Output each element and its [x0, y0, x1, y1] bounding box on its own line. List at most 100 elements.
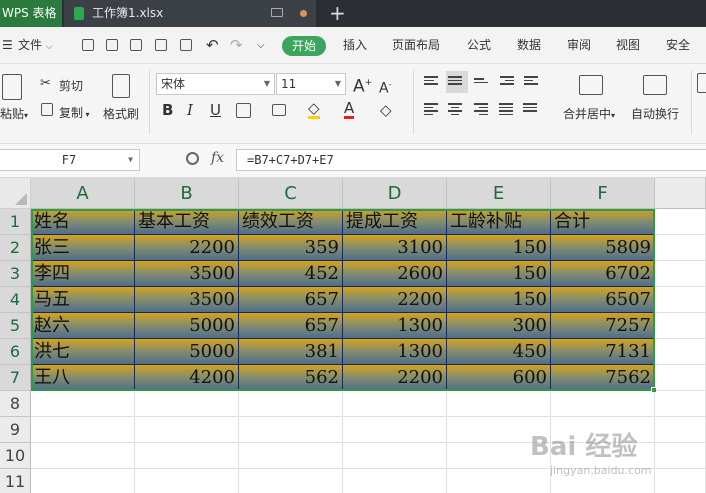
- fill-pattern-icon[interactable]: [272, 104, 286, 116]
- indent-decrease-icon[interactable]: [500, 74, 518, 90]
- empty-cell[interactable]: [239, 469, 343, 493]
- empty-cell[interactable]: [655, 261, 706, 287]
- paste-icon[interactable]: [2, 74, 22, 100]
- export-pdf-icon[interactable]: [130, 39, 142, 51]
- merge-center-button[interactable]: 合并居中▾: [563, 105, 615, 122]
- header-cell[interactable]: 提成工资: [343, 209, 447, 235]
- table-cell[interactable]: 5000: [135, 339, 239, 365]
- header-cell[interactable]: 工龄补贴: [447, 209, 551, 235]
- row-header-11[interactable]: 11: [0, 469, 31, 493]
- empty-cell[interactable]: [655, 209, 706, 235]
- table-cell[interactable]: 7131: [551, 339, 655, 365]
- file-tab[interactable]: 工作簿1.xlsx: [64, 0, 316, 27]
- table-cell[interactable]: 赵六: [31, 313, 135, 339]
- format-painter-button[interactable]: 格式刷: [103, 105, 139, 122]
- table-cell[interactable]: 600: [447, 365, 551, 391]
- tab-home[interactable]: 开始: [282, 36, 326, 56]
- decrease-font-icon[interactable]: A-: [379, 76, 391, 98]
- wrap-text-button[interactable]: 自动换行: [631, 105, 679, 122]
- table-cell[interactable]: 150: [447, 287, 551, 313]
- table-cell[interactable]: 6507: [551, 287, 655, 313]
- row-header-7[interactable]: 7: [0, 365, 31, 391]
- column-header-empty[interactable]: [655, 178, 706, 209]
- table-cell[interactable]: 7562: [551, 365, 655, 391]
- table-cell[interactable]: 150: [447, 261, 551, 287]
- save-icon[interactable]: [106, 39, 118, 51]
- empty-cell[interactable]: [239, 391, 343, 417]
- empty-cell[interactable]: [447, 391, 551, 417]
- table-cell[interactable]: 4200: [135, 365, 239, 391]
- empty-cell[interactable]: [31, 443, 135, 469]
- table-cell[interactable]: 5809: [551, 235, 655, 261]
- table-cell[interactable]: 150: [447, 235, 551, 261]
- header-cell[interactable]: 绩效工资: [239, 209, 343, 235]
- copy-icon[interactable]: [41, 103, 53, 116]
- align-middle-icon[interactable]: [446, 71, 468, 93]
- empty-cell[interactable]: [135, 417, 239, 443]
- align-top-icon[interactable]: [424, 74, 442, 90]
- column-header-b[interactable]: B: [135, 178, 239, 209]
- tab-insert[interactable]: 插入: [340, 27, 370, 64]
- undo-icon[interactable]: ↶: [206, 27, 219, 64]
- table-cell[interactable]: 2600: [343, 261, 447, 287]
- indent-increase-icon[interactable]: [524, 74, 542, 90]
- row-header-3[interactable]: 3: [0, 261, 31, 287]
- table-cell[interactable]: 5000: [135, 313, 239, 339]
- table-cell[interactable]: 张三: [31, 235, 135, 261]
- empty-cell[interactable]: [551, 391, 655, 417]
- number-format-select[interactable]: [697, 73, 706, 93]
- align-right-icon[interactable]: [474, 101, 492, 117]
- tab-view[interactable]: 视图: [613, 27, 643, 64]
- tab-page-layout[interactable]: 页面布局: [390, 27, 442, 64]
- font-name-select[interactable]: 宋体 ▼: [156, 73, 275, 95]
- paste-button[interactable]: 粘贴▾: [0, 105, 28, 122]
- column-header-e[interactable]: E: [447, 178, 551, 209]
- bold-icon[interactable]: B: [162, 101, 173, 119]
- table-cell[interactable]: 2200: [343, 365, 447, 391]
- empty-cell[interactable]: [343, 417, 447, 443]
- row-header-9[interactable]: 9: [0, 417, 31, 443]
- table-cell[interactable]: 3500: [135, 261, 239, 287]
- tab-formulas[interactable]: 公式: [464, 27, 494, 64]
- table-cell[interactable]: 洪七: [31, 339, 135, 365]
- table-cell[interactable]: 7257: [551, 313, 655, 339]
- row-header-4[interactable]: 4: [0, 287, 31, 313]
- header-cell[interactable]: 基本工资: [135, 209, 239, 235]
- table-cell[interactable]: 657: [239, 287, 343, 313]
- table-cell[interactable]: 300: [447, 313, 551, 339]
- cut-icon[interactable]: ✂: [40, 76, 51, 91]
- tab-data[interactable]: 数据: [514, 27, 544, 64]
- header-cell[interactable]: 合计: [551, 209, 655, 235]
- table-cell[interactable]: 1300: [343, 339, 447, 365]
- table-cell[interactable]: 359: [239, 235, 343, 261]
- tab-review[interactable]: 审阅: [564, 27, 594, 64]
- column-header-f[interactable]: F: [551, 178, 655, 209]
- clear-format-icon[interactable]: ◇: [380, 101, 392, 119]
- file-menu[interactable]: 文件 ⌵: [18, 27, 53, 64]
- format-painter-icon[interactable]: [112, 74, 130, 98]
- wrap-text-icon[interactable]: [643, 75, 667, 95]
- empty-cell[interactable]: [655, 313, 706, 339]
- fill-handle[interactable]: [651, 387, 657, 393]
- table-cell[interactable]: 381: [239, 339, 343, 365]
- empty-cell[interactable]: [343, 443, 447, 469]
- empty-cell[interactable]: [655, 287, 706, 313]
- font-size-select[interactable]: 11 ▼: [276, 73, 346, 95]
- empty-cell[interactable]: [31, 469, 135, 493]
- empty-cell[interactable]: [31, 417, 135, 443]
- empty-cell[interactable]: [655, 391, 706, 417]
- cut-button[interactable]: 剪切: [59, 77, 83, 94]
- empty-cell[interactable]: [135, 391, 239, 417]
- print-preview-icon[interactable]: [180, 39, 192, 51]
- table-cell[interactable]: 李四: [31, 261, 135, 287]
- italic-icon[interactable]: I: [187, 101, 193, 119]
- open-folder-icon[interactable]: [82, 39, 94, 51]
- row-header-1[interactable]: 1: [0, 209, 31, 235]
- table-cell[interactable]: 562: [239, 365, 343, 391]
- hamburger-icon[interactable]: ☰: [2, 27, 13, 64]
- name-box[interactable]: F7 ▼: [0, 149, 140, 171]
- empty-cell[interactable]: [31, 391, 135, 417]
- table-cell[interactable]: 3500: [135, 287, 239, 313]
- search-icon[interactable]: [186, 152, 199, 165]
- empty-cell[interactable]: [135, 469, 239, 493]
